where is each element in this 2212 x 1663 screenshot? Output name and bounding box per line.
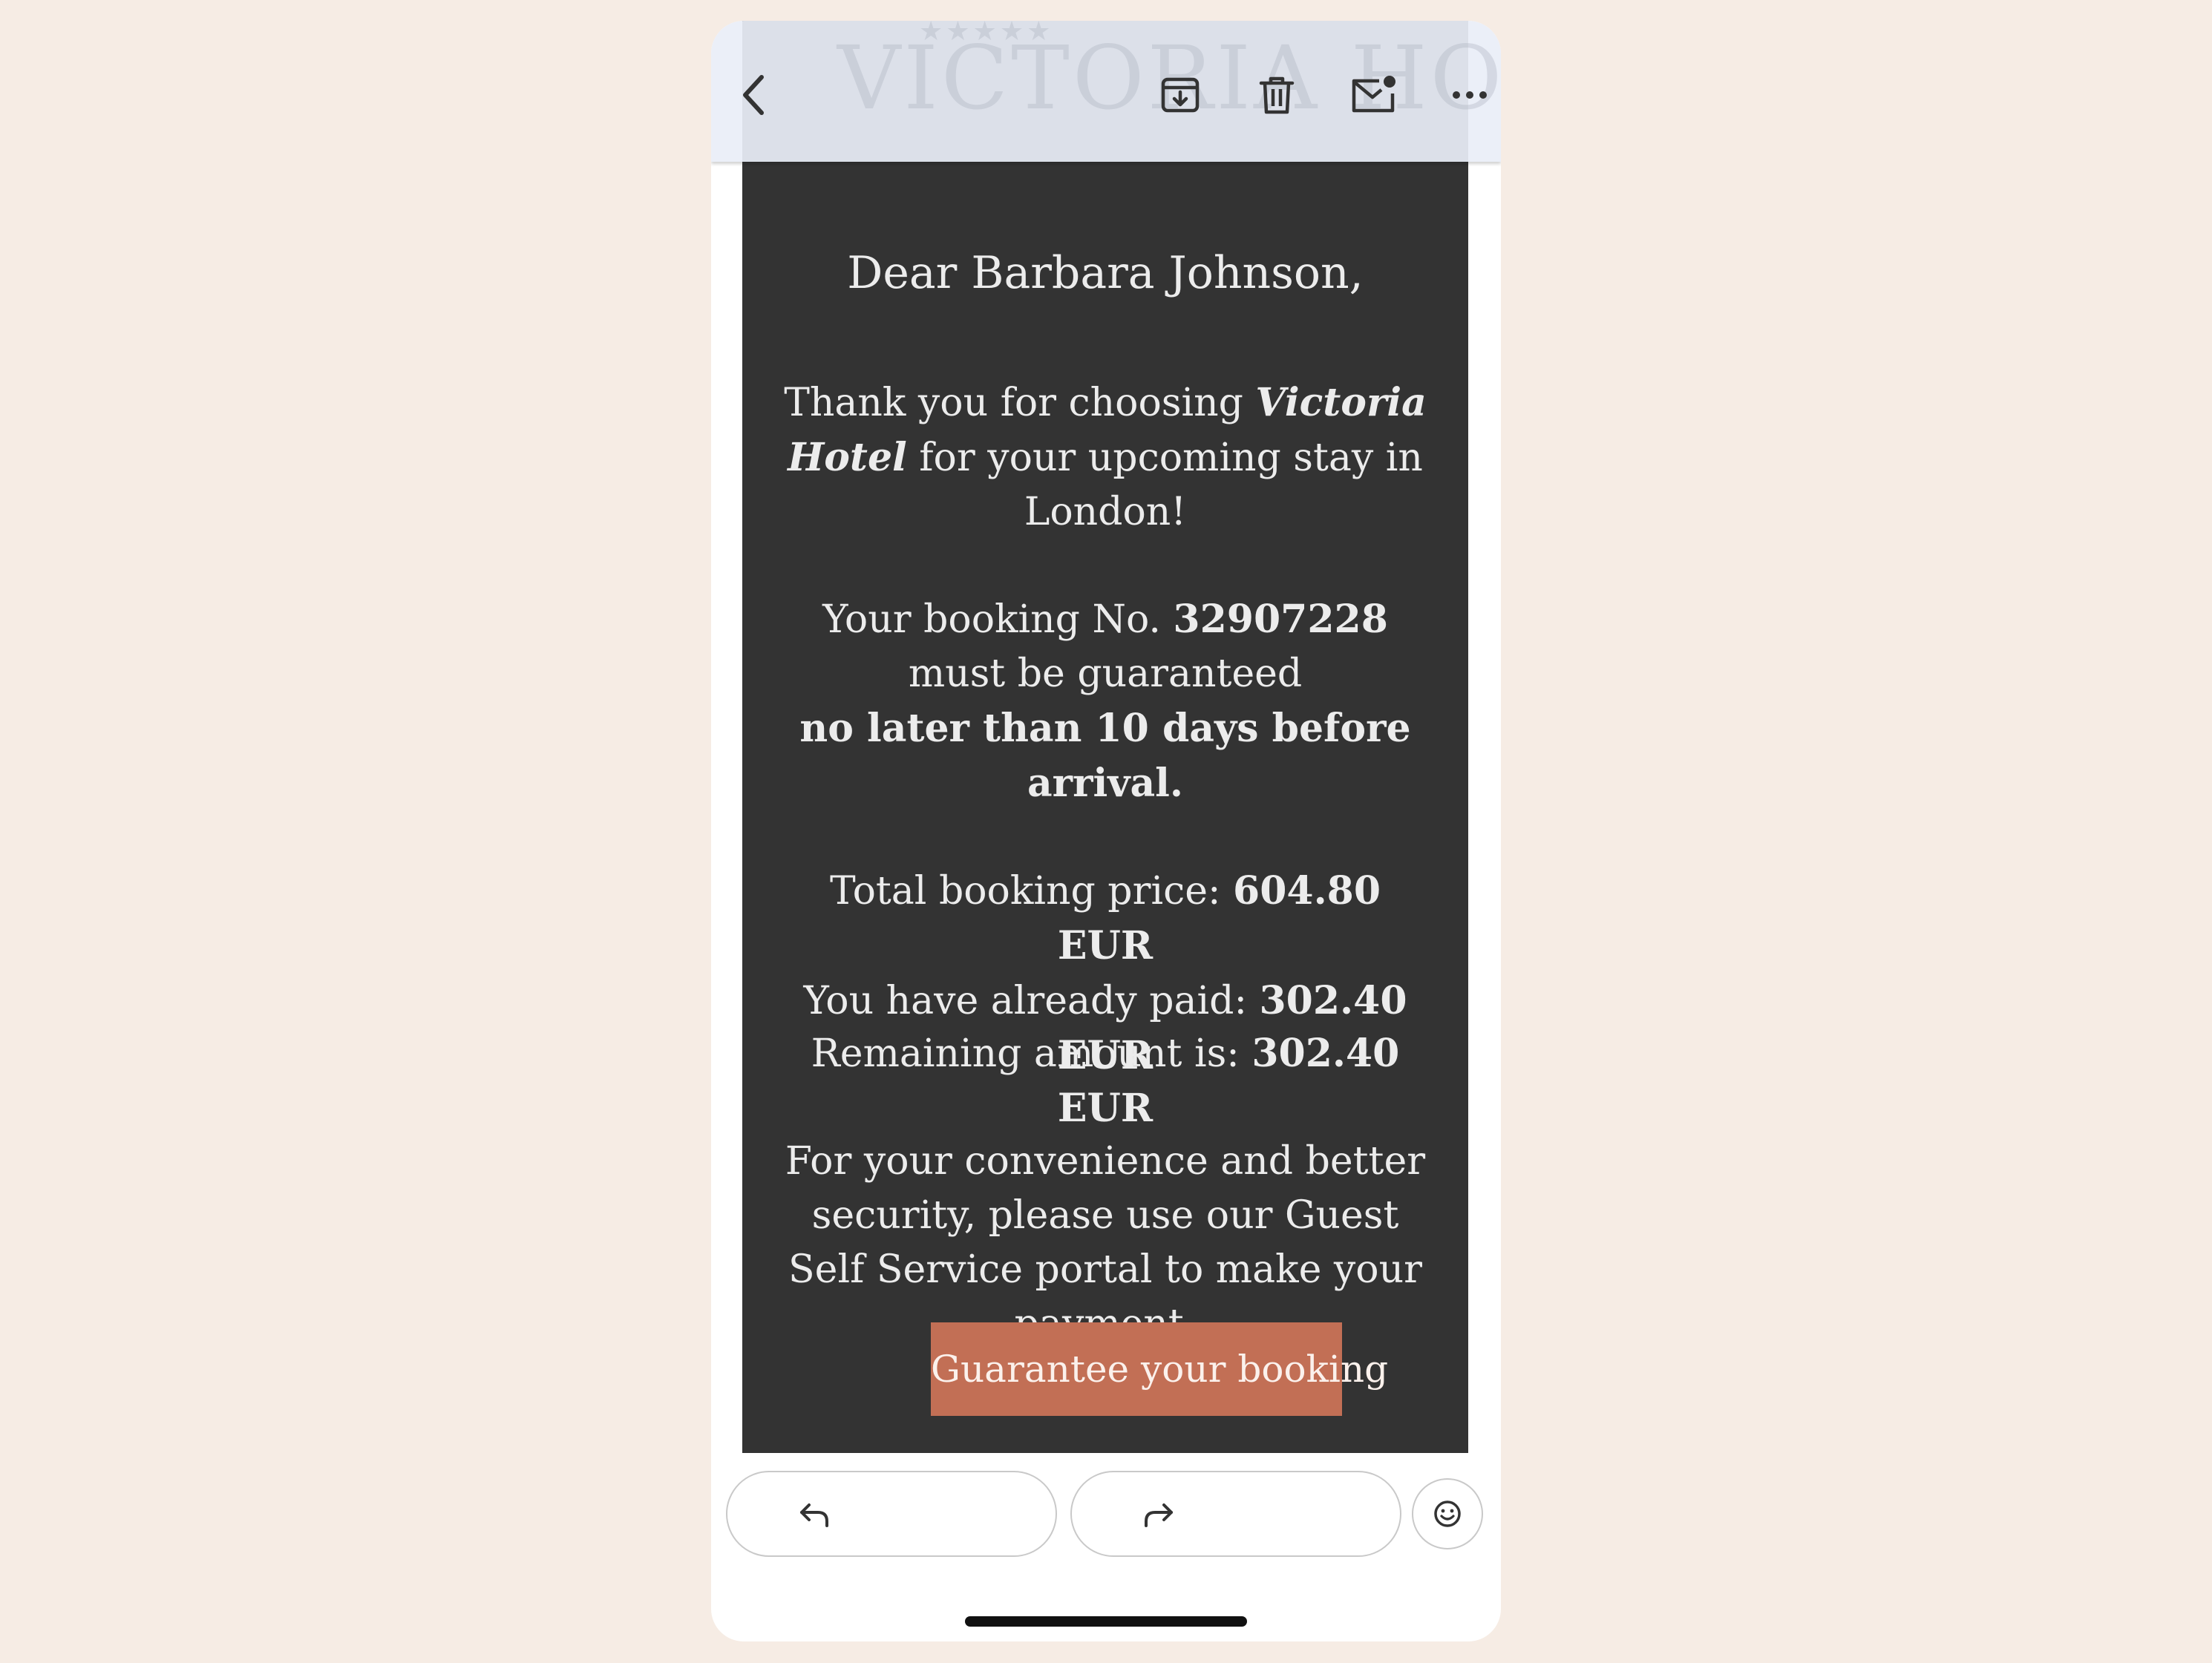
forward-arrow-icon <box>1145 1503 1173 1527</box>
back-button[interactable] <box>727 68 781 122</box>
reply-button[interactable] <box>726 1471 1057 1557</box>
reply-arrow-icon <box>800 1503 828 1527</box>
thanks-paragraph: Thank you for choosing Victoria Hotel fo… <box>779 375 1431 539</box>
email-body: Dear Barbara Johnson, Thank you for choo… <box>742 21 1468 1453</box>
mark-unread-button[interactable] <box>1346 68 1400 122</box>
thanks-text-pre: Thank you for choosing <box>784 381 1256 425</box>
convenience-paragraph: For your convenience and better security… <box>785 1139 1426 1346</box>
delete-button[interactable] <box>1250 68 1303 122</box>
phone-frame: Dear Barbara Johnson, Thank you for choo… <box>711 21 1501 1641</box>
trash-icon <box>1259 76 1295 114</box>
total-price-label: Total booking price: <box>829 869 1234 913</box>
booking-number: 32907228 <box>1173 597 1388 642</box>
forward-button[interactable] <box>1070 1471 1401 1557</box>
smiley-face-icon <box>1434 1500 1461 1527</box>
remaining-label: Remaining amount is: <box>811 1031 1252 1076</box>
booking-paragraph: Your booking No. 32907228 must be guaran… <box>779 592 1431 811</box>
chevron-left-icon <box>743 75 764 115</box>
booking-deadline: no later than 10 days before arrival. <box>799 706 1411 806</box>
more-horizontal-icon <box>1453 91 1487 99</box>
home-indicator[interactable] <box>965 1616 1247 1627</box>
paid-label: You have already paid: <box>803 979 1260 1023</box>
booking-text-pre: Your booking No. <box>822 597 1174 642</box>
email-greeting: Dear Barbara Johnson, <box>847 247 1364 299</box>
react-button[interactable] <box>1412 1478 1483 1549</box>
guarantee-booking-button[interactable]: Guarantee your booking <box>931 1322 1388 1416</box>
archive-box-icon <box>1161 77 1200 113</box>
thanks-text-post: for your upcoming stay in London! <box>906 436 1423 534</box>
more-options-button[interactable] <box>1443 68 1496 122</box>
archive-button[interactable] <box>1154 68 1207 122</box>
remaining-paragraph: Remaining amount is: 302.40 EUR <box>779 1026 1431 1136</box>
mail-unread-icon <box>1352 76 1395 113</box>
booking-text-mid: must be guaranteed <box>908 652 1303 696</box>
